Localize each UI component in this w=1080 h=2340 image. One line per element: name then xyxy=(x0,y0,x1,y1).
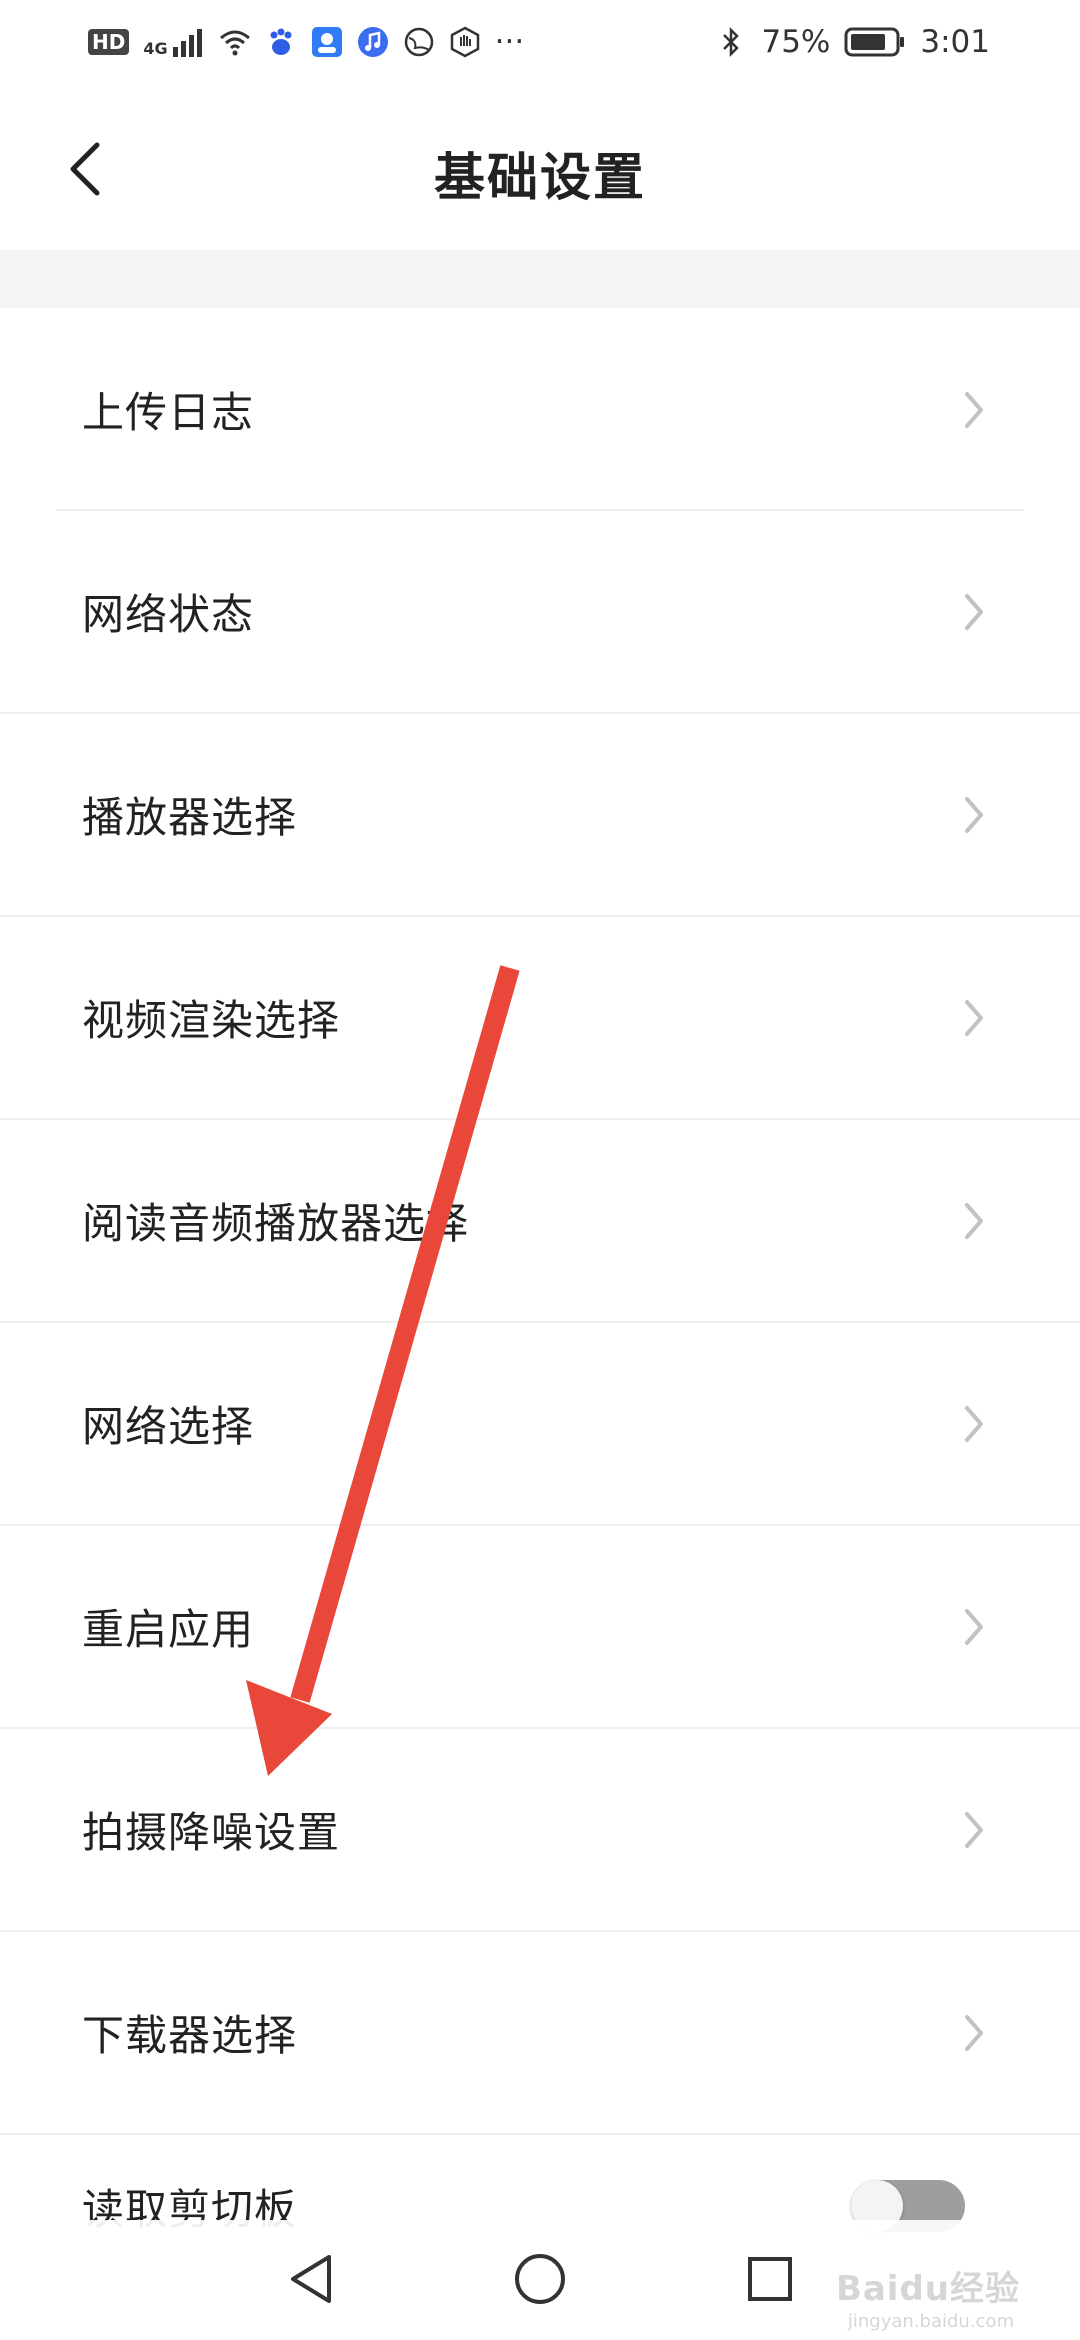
baidu-paw-icon xyxy=(270,28,292,55)
setting-row-noise-reduction[interactable]: 拍摄降噪设置 xyxy=(0,1729,1080,1932)
contact-icon xyxy=(311,27,342,57)
more-indicator: ··· xyxy=(494,24,525,60)
setting-row-video-render[interactable]: 视频渲染选择 xyxy=(0,917,1080,1120)
app-screen: HD 4G ··· 75% 3:01 基础设置 上传日志 网络状态 播放器选择 … xyxy=(0,0,1080,2340)
setting-row-upload-log[interactable]: 上传日志 xyxy=(0,308,1080,511)
chevron-right-icon xyxy=(960,390,988,430)
status-bar: HD 4G ··· 75% 3:01 xyxy=(0,0,1080,84)
battery-percent: 75% xyxy=(761,24,831,60)
wifi-icon xyxy=(219,30,250,56)
setting-label: 视频渲染选择 xyxy=(82,996,341,1045)
setting-row-player-select[interactable]: 播放器选择 xyxy=(0,714,1080,917)
signal-icon: 4G xyxy=(143,27,204,57)
bluetooth-icon xyxy=(723,26,740,58)
chevron-right-icon xyxy=(960,1810,988,1850)
setting-label: 网络状态 xyxy=(82,590,255,639)
section-spacer xyxy=(0,250,1080,308)
setting-label: 阅读音频播放器选择 xyxy=(82,1199,470,1248)
chevron-right-icon xyxy=(960,2013,988,2053)
setting-row-network-status[interactable]: 网络状态 xyxy=(0,511,1080,714)
header: 基础设置 xyxy=(0,84,1080,250)
music-icon xyxy=(357,27,388,57)
hd-icon: HD xyxy=(88,29,130,55)
page-title: 基础设置 xyxy=(433,149,646,208)
chevron-right-icon xyxy=(960,1607,988,1647)
status-left: HD 4G ··· xyxy=(88,24,524,60)
settings-list: 上传日志 网络状态 播放器选择 视频渲染选择 阅读音频播放器选择 网络选择 重启… xyxy=(0,308,1080,2135)
setting-row-network-select[interactable]: 网络选择 xyxy=(0,1323,1080,1526)
chevron-right-icon xyxy=(960,795,988,835)
setting-label: 网络选择 xyxy=(82,1402,255,1451)
status-right: 75% 3:01 xyxy=(715,24,990,60)
nav-recents-button[interactable] xyxy=(735,2244,805,2314)
home-circle-icon xyxy=(515,2254,565,2304)
back-triangle-icon xyxy=(291,2255,331,2303)
setting-label: 播放器选择 xyxy=(82,793,298,842)
chevron-right-icon xyxy=(960,592,988,632)
setting-label: 拍摄降噪设置 xyxy=(82,1808,341,1857)
setting-row-restart-app[interactable]: 重启应用 xyxy=(0,1526,1080,1729)
hand-icon xyxy=(450,26,479,58)
nav-back-button[interactable] xyxy=(275,2244,345,2314)
battery-icon xyxy=(844,27,905,57)
setting-label: 上传日志 xyxy=(82,388,255,437)
browser-icon xyxy=(404,27,433,57)
network-type-label: 4G xyxy=(143,39,168,58)
chevron-right-icon xyxy=(960,998,988,1038)
nav-home-button[interactable] xyxy=(505,2244,575,2314)
chevron-right-icon xyxy=(960,1404,988,1444)
clock: 3:01 xyxy=(920,24,990,60)
setting-row-downloader[interactable]: 下载器选择 xyxy=(0,1932,1080,2135)
watermark-url: jingyan.baidu.com xyxy=(847,2311,1014,2332)
setting-row-audio-player[interactable]: 阅读音频播放器选择 xyxy=(0,1120,1080,1323)
setting-label: 重启应用 xyxy=(82,1605,255,1654)
watermark-logo: Baidu经验 xyxy=(835,2269,1020,2309)
setting-label: 下载器选择 xyxy=(82,2011,298,2060)
recents-square-icon xyxy=(748,2257,792,2301)
chevron-right-icon xyxy=(960,1201,988,1241)
